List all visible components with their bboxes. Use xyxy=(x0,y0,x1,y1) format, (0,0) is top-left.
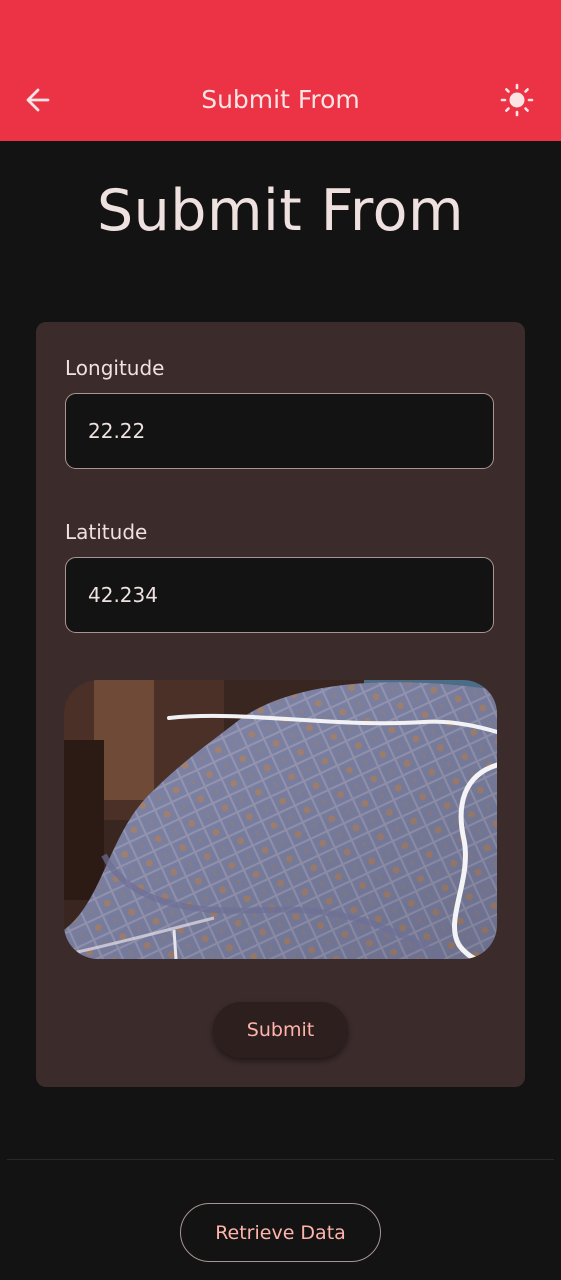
captured-photo xyxy=(64,680,497,959)
longitude-input[interactable] xyxy=(88,419,493,443)
longitude-label: Longitude xyxy=(65,356,165,380)
app-bar-title: Submit From xyxy=(201,85,360,114)
photo-image xyxy=(64,680,497,959)
theme-toggle-button[interactable] xyxy=(497,80,537,120)
page-title: Submit From xyxy=(96,178,465,244)
sun-icon xyxy=(500,83,534,117)
divider xyxy=(7,1159,554,1160)
form-card: Longitude Latitude xyxy=(36,322,525,1087)
latitude-label: Latitude xyxy=(65,520,148,544)
latitude-field[interactable] xyxy=(65,557,494,633)
screen: Submit From Submit From Longitude 22.22 … xyxy=(0,0,561,1280)
submit-button[interactable]: Submit xyxy=(213,1002,348,1058)
retrieve-data-button[interactable]: Retrieve Data xyxy=(180,1203,381,1262)
latitude-input[interactable] xyxy=(88,583,493,607)
app-bar: Submit From xyxy=(0,0,561,141)
longitude-field[interactable] xyxy=(65,393,494,469)
